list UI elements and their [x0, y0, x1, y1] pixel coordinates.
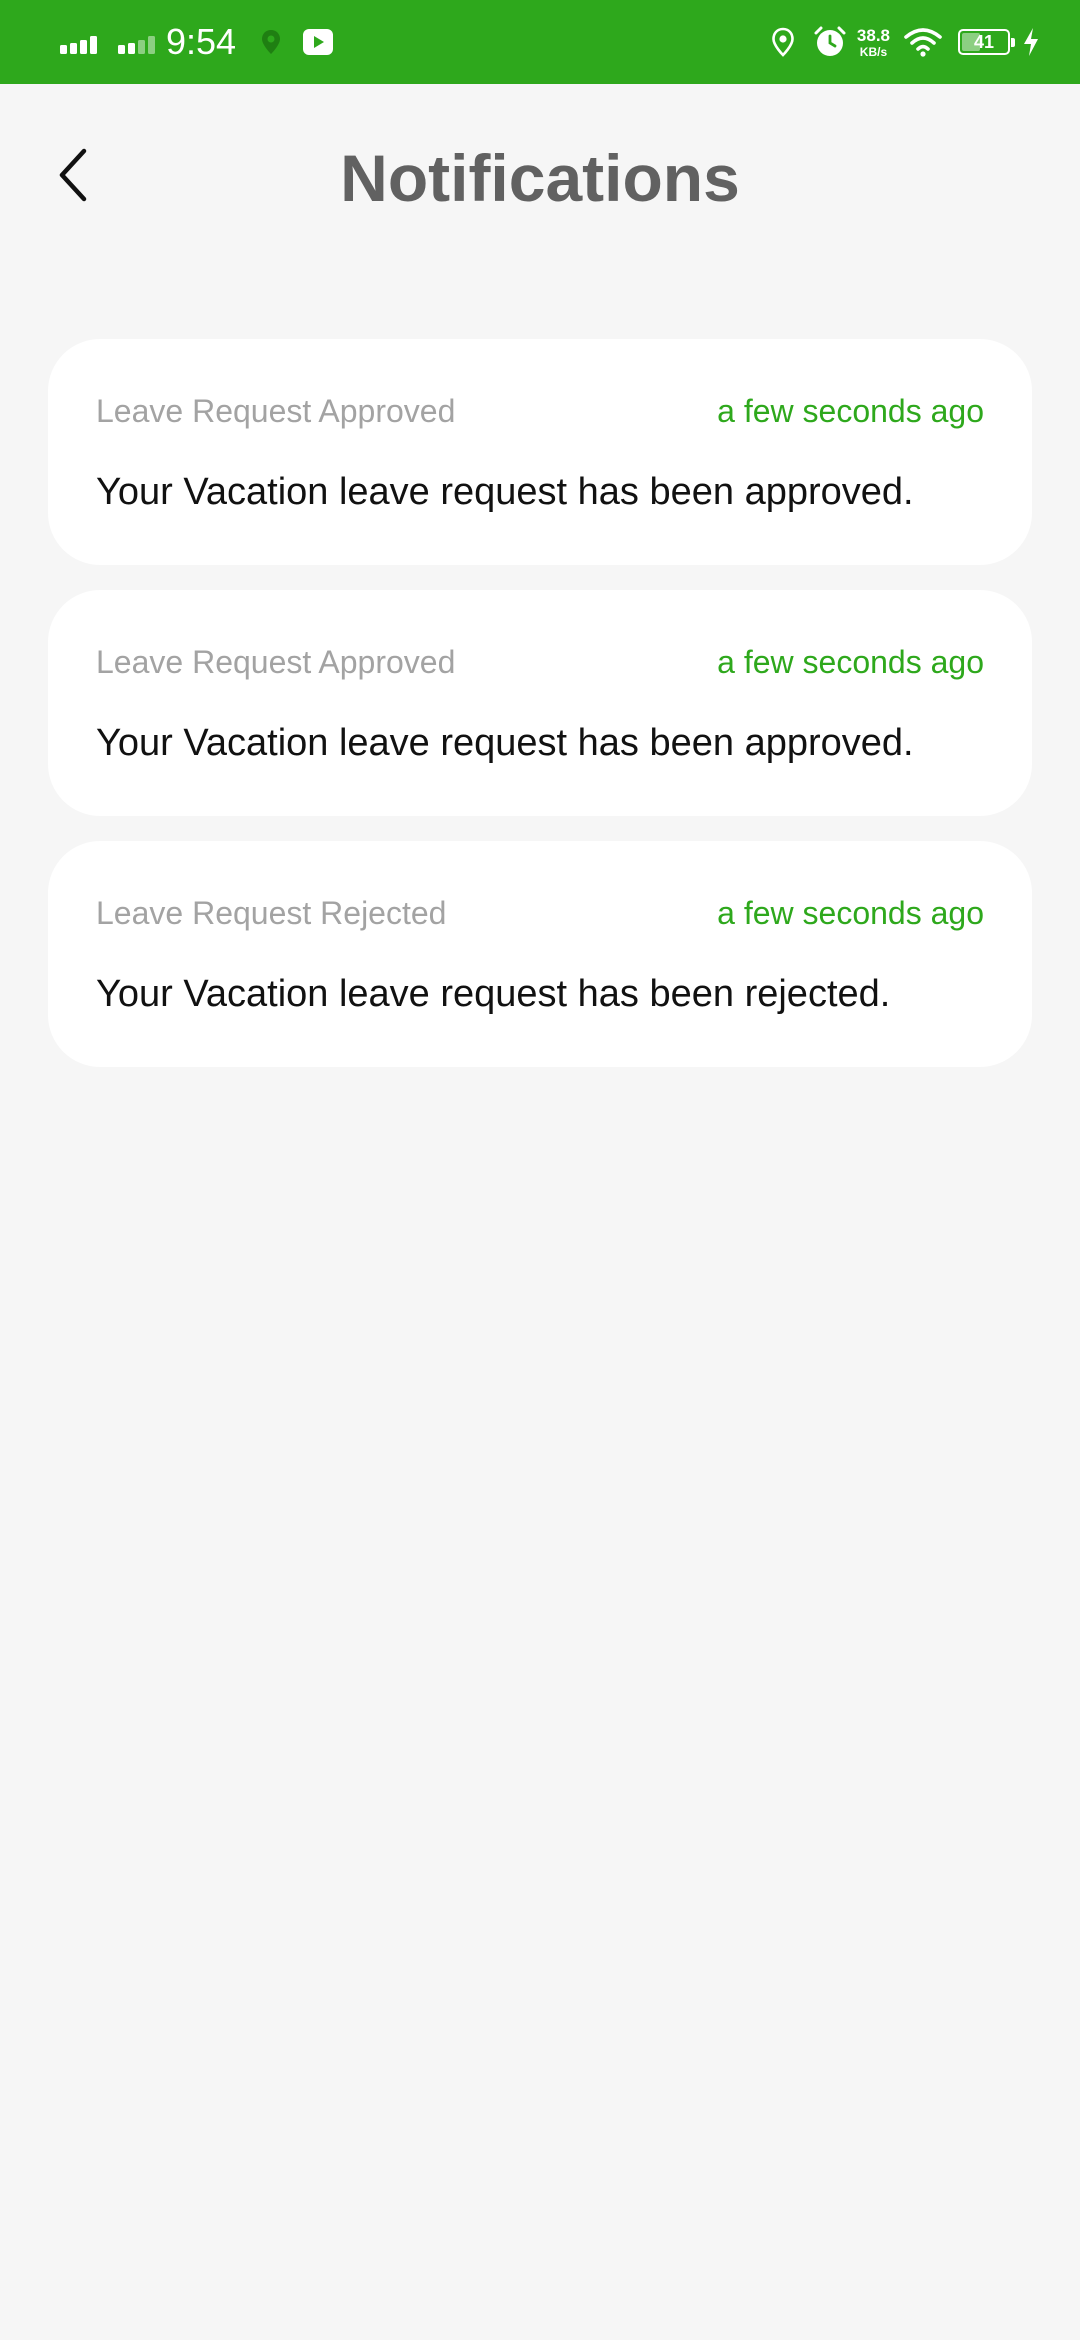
- network-speed-unit: KB/s: [859, 44, 888, 59]
- youtube-icon: [303, 29, 334, 55]
- status-bar-right: 38.8 KB/s 41: [771, 0, 1040, 84]
- notification-list: Leave Request Approved a few seconds ago…: [48, 339, 1032, 1092]
- notification-title: Leave Request Approved: [96, 393, 456, 429]
- network-speed: 38.8 KB/s: [857, 27, 890, 58]
- notification-title: Leave Request Approved: [96, 644, 456, 680]
- battery-cap: [1011, 38, 1015, 47]
- battery-icon: 41: [958, 29, 1015, 55]
- notification-card[interactable]: Leave Request Rejected a few seconds ago…: [48, 841, 1032, 1067]
- status-time: 9:54: [166, 21, 237, 62]
- network-speed-value: 38.8: [856, 25, 890, 45]
- status-bar-left: 9:54: [60, 0, 334, 84]
- notification-time: a few seconds ago: [717, 644, 984, 680]
- wifi-icon: [904, 28, 942, 57]
- notification-message: Your Vacation leave request has been app…: [96, 722, 914, 764]
- notification-time: a few seconds ago: [717, 895, 984, 931]
- page-title: Notifications: [340, 141, 740, 215]
- battery-level: 41: [973, 31, 995, 52]
- signal-icon: [118, 36, 155, 54]
- location-icon: [262, 30, 281, 54]
- location-icon: [772, 27, 794, 57]
- notification-message: Your Vacation leave request has been app…: [96, 471, 914, 513]
- signal-icon: [60, 36, 97, 54]
- notification-message: Your Vacation leave request has been rej…: [96, 973, 891, 1015]
- charging-icon: [1024, 28, 1038, 56]
- notification-title: Leave Request Rejected: [96, 895, 447, 931]
- notification-card[interactable]: Leave Request Approved a few seconds ago…: [48, 339, 1032, 565]
- notification-card[interactable]: Leave Request Approved a few seconds ago…: [48, 590, 1032, 816]
- alarm-icon: [814, 26, 846, 56]
- status-bar: 9:54 38.8 KB/s 41: [0, 0, 1080, 84]
- notification-time: a few seconds ago: [717, 393, 984, 429]
